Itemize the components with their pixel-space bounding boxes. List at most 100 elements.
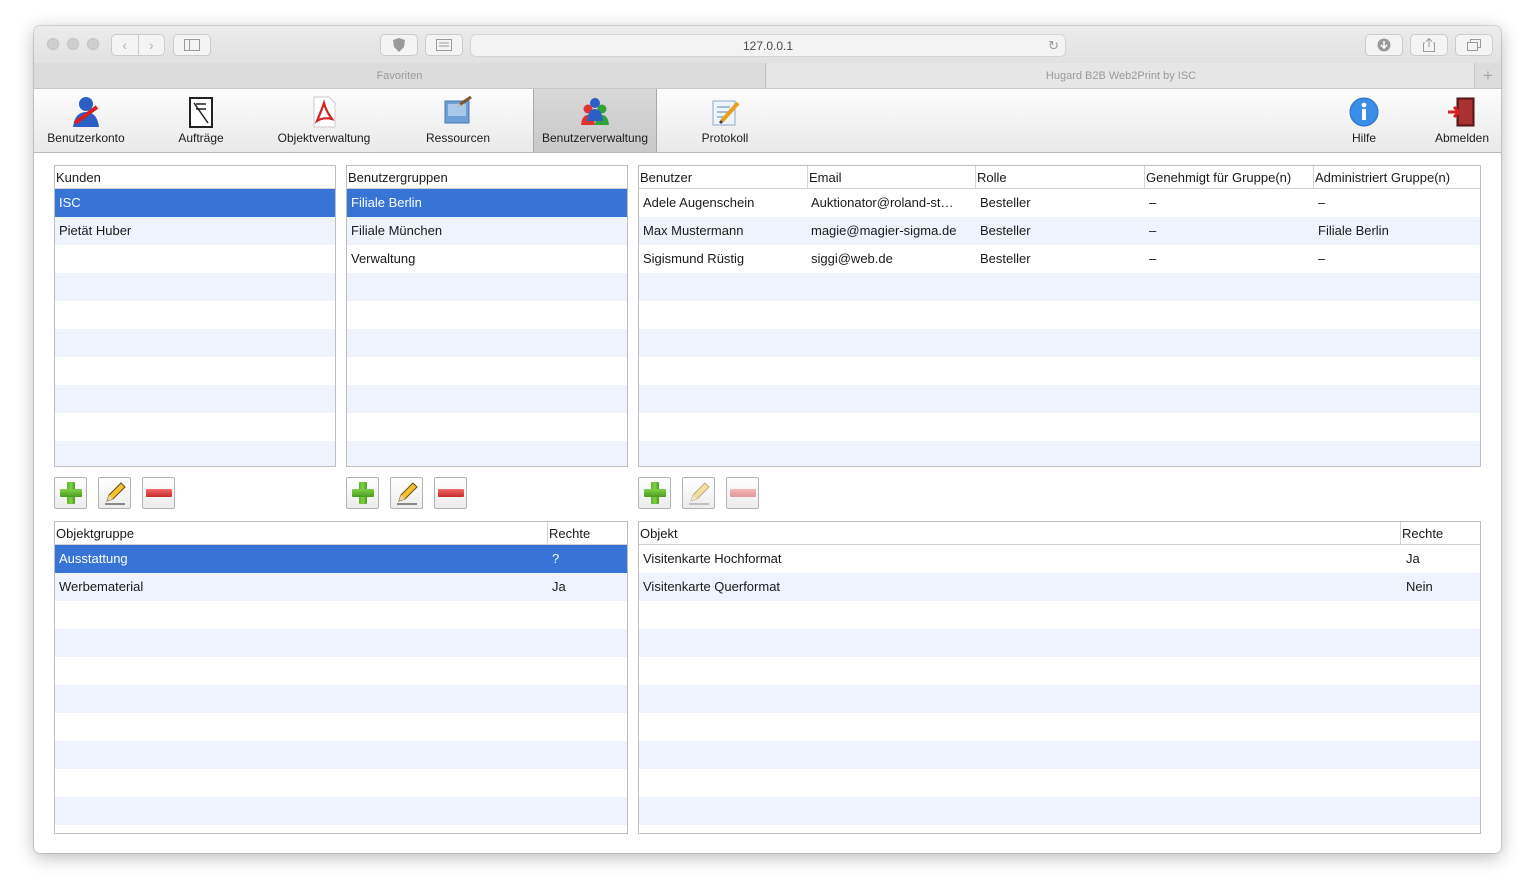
- table-cell: Visitenkarte Hochformat: [643, 551, 782, 566]
- empty-row: [639, 357, 1480, 385]
- empty-row: [347, 413, 627, 441]
- table-row[interactable]: Adele Augenschein Auktionator@roland-st……: [639, 189, 1480, 217]
- logout-icon: [1445, 95, 1479, 129]
- table-row[interactable]: Werbematerial Ja: [55, 573, 627, 601]
- table-row[interactable]: Filiale Berlin: [347, 189, 627, 217]
- column-header-objektgruppe[interactable]: Objektgruppe: [55, 522, 547, 544]
- table-row[interactable]: Visitenkarte Hochformat Ja: [639, 545, 1480, 573]
- table-row[interactable]: Ausstattung ?: [55, 545, 627, 573]
- kunden-table: Kunden ISC Pietät Huber: [54, 165, 336, 467]
- toolbar-hilfe[interactable]: Hilfe: [1334, 89, 1394, 152]
- toolbar-objektverwaltung[interactable]: Objektverwaltung: [274, 89, 374, 152]
- edit-gruppe-button[interactable]: [390, 477, 423, 509]
- minimize-window-button[interactable]: [67, 38, 79, 50]
- table-cell: –: [1318, 251, 1326, 266]
- add-gruppe-button[interactable]: [346, 477, 379, 509]
- column-header-administriert[interactable]: Administriert Gruppe(n): [1313, 166, 1480, 188]
- sidebar-icon: [184, 39, 200, 51]
- pdf-icon: [307, 95, 341, 129]
- plus-icon: [351, 481, 375, 505]
- empty-row: [639, 273, 1480, 301]
- downloads-button[interactable]: [1365, 34, 1403, 56]
- table-cell: Ja: [1406, 551, 1420, 566]
- toolbar-protokoll[interactable]: Protokoll: [685, 89, 765, 152]
- table-cell: Sigismund Rüstig: [643, 251, 745, 266]
- empty-row: [639, 797, 1480, 825]
- empty-row: [639, 629, 1480, 657]
- column-header[interactable]: Kunden: [55, 166, 335, 188]
- table-row[interactable]: Filiale München: [347, 217, 627, 245]
- remove-gruppe-button[interactable]: [434, 477, 467, 509]
- tab-hugard[interactable]: Hugard B2B Web2Print by ISC: [767, 63, 1475, 88]
- column-header-rechte[interactable]: Rechte: [1400, 522, 1480, 544]
- objektgruppe-table: Objektgruppe Rechte Ausstattung ? Werbem…: [54, 521, 628, 834]
- empty-row: [55, 357, 335, 385]
- toolbar-label: Ressourcen: [425, 131, 491, 145]
- table-header: Benutzergruppen: [347, 166, 627, 189]
- table-cell: –: [1149, 223, 1157, 238]
- share-button[interactable]: [1410, 34, 1448, 56]
- empty-row: [347, 385, 627, 413]
- empty-row: [55, 245, 335, 273]
- table-row[interactable]: ISC: [55, 189, 335, 217]
- close-window-button[interactable]: [47, 38, 59, 50]
- reader-icon: [436, 39, 452, 51]
- minus-icon: [145, 489, 172, 497]
- table-cell: Besteller: [980, 251, 1031, 266]
- privacy-shield-button[interactable]: [380, 34, 418, 56]
- forward-arrow-icon[interactable]: ›: [139, 35, 165, 55]
- table-cell: Filiale Berlin: [1318, 223, 1389, 238]
- table-row[interactable]: Sigismund Rüstig siggi@web.de Besteller …: [639, 245, 1480, 273]
- column-header-genehmigt[interactable]: Genehmigt für Gruppe(n): [1144, 166, 1313, 188]
- table-row[interactable]: Verwaltung: [347, 245, 627, 273]
- column-header[interactable]: Benutzergruppen: [347, 166, 627, 188]
- reader-button[interactable]: [425, 34, 463, 56]
- toolbar-auftraege[interactable]: Aufträge: [161, 89, 241, 152]
- table-body: ISC Pietät Huber: [55, 189, 335, 466]
- empty-row: [55, 273, 335, 301]
- toolbar-label: Abmelden: [1434, 131, 1490, 145]
- empty-row: [55, 797, 627, 825]
- new-tab-button[interactable]: +: [1474, 63, 1501, 88]
- toolbar-benutzerkonto[interactable]: Benutzerkonto: [38, 89, 134, 152]
- empty-row: [347, 441, 627, 466]
- column-header-email[interactable]: Email: [807, 166, 975, 188]
- table-cell: Besteller: [980, 195, 1031, 210]
- add-kunde-button[interactable]: [54, 477, 87, 509]
- remove-kunde-button[interactable]: [142, 477, 175, 509]
- info-icon: [1347, 95, 1381, 129]
- column-header-rechte[interactable]: Rechte: [547, 522, 627, 544]
- tab-overview-button[interactable]: [1455, 34, 1493, 56]
- edit-kunde-button[interactable]: [98, 477, 131, 509]
- table-cell: Visitenkarte Querformat: [643, 579, 781, 594]
- zoom-window-button[interactable]: [87, 38, 99, 50]
- column-header-objekt[interactable]: Objekt: [639, 522, 1400, 544]
- empty-row: [639, 825, 1480, 833]
- column-header-benutzer[interactable]: Benutzer: [639, 166, 807, 188]
- add-benutzer-button[interactable]: [638, 477, 671, 509]
- empty-row: [639, 685, 1480, 713]
- column-header-rolle[interactable]: Rolle: [975, 166, 1144, 188]
- address-bar[interactable]: 127.0.0.1 ↻: [470, 34, 1066, 57]
- edit-benutzer-button[interactable]: [682, 477, 715, 509]
- pencil-icon: [688, 482, 710, 505]
- remove-benutzer-button[interactable]: [726, 477, 759, 509]
- back-arrow-icon[interactable]: ‹: [112, 35, 139, 55]
- table-row[interactable]: Visitenkarte Querformat Nein: [639, 573, 1480, 601]
- table-body: Filiale Berlin Filiale München Verwaltun…: [347, 189, 627, 466]
- minus-icon: [437, 489, 464, 497]
- table-cell: ISC: [59, 195, 81, 210]
- reload-icon[interactable]: ↻: [1048, 38, 1059, 54]
- tab-favoriten[interactable]: Favoriten: [34, 63, 766, 88]
- table-row[interactable]: Pietät Huber: [55, 217, 335, 245]
- empty-row: [639, 385, 1480, 413]
- empty-row: [55, 825, 627, 833]
- toolbar-ressourcen[interactable]: Ressourcen: [418, 89, 498, 152]
- table-cell: magie@magier-sigma.de: [811, 223, 957, 238]
- table-row[interactable]: Max Mustermann magie@magier-sigma.de Bes…: [639, 217, 1480, 245]
- toolbar-label: Aufträge: [178, 131, 224, 145]
- toolbar-benutzerverwaltung[interactable]: Benutzerverwaltung: [533, 89, 657, 152]
- toolbar-abmelden[interactable]: Abmelden: [1428, 89, 1496, 152]
- table-cell: Ausstattung: [59, 551, 128, 566]
- sidebar-toggle-button[interactable]: [173, 34, 211, 56]
